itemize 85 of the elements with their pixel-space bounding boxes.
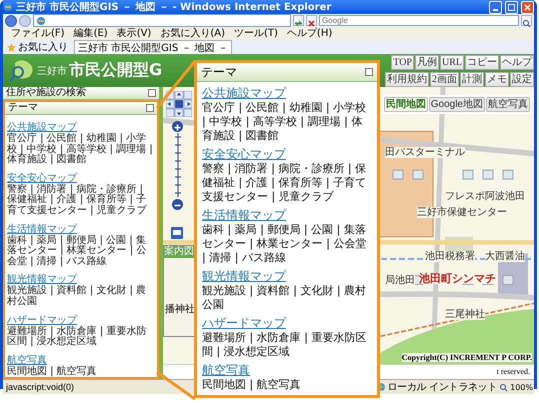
header-button[interactable]: TOP: [391, 54, 414, 70]
theme-map-link[interactable]: ハザードマップ: [202, 316, 286, 331]
header-button[interactable]: ヘルプ: [500, 54, 534, 70]
theme-layer-list: 警察 | 消防署 | 病院・診療所 | 保健福祉 | 介護 | 保育所等 | 子育て支援センター | 児童クラブ: [202, 162, 372, 204]
map-label: 田バスターミナル: [385, 147, 465, 158]
close-button[interactable]: [521, 0, 534, 14]
back-button[interactable]: [5, 14, 17, 26]
header-button[interactable]: メモ: [485, 72, 509, 86]
collapse-button[interactable]: [365, 68, 373, 76]
theme-map-link[interactable]: 公共施設マップ: [7, 122, 77, 133]
close-icon: [524, 4, 531, 10]
refresh-icon: [294, 19, 303, 28]
maximize-icon: [508, 4, 515, 10]
theme-map-link[interactable]: 航空写真: [7, 354, 47, 366]
browser-tab[interactable]: 三好市 市民公開型GIS － 地図 －: [74, 40, 232, 54]
theme-map-link[interactable]: 生活情報マップ: [202, 208, 286, 223]
map-copyright: Copyright(C) INCREMENT P CORP.: [402, 353, 532, 362]
site-title: 市民公開型G: [69, 60, 162, 81]
map-label: フレスポ阿波池田: [445, 191, 525, 202]
plus-icon: [172, 122, 183, 133]
map-label: 池田町シンマチ: [419, 273, 496, 284]
map-type-button[interactable]: 民間地図: [384, 97, 428, 112]
theme-layer-list: 民間地図 | 航空写真: [7, 366, 155, 378]
refresh-button[interactable]: [293, 15, 304, 26]
panel-title: 住所や施設の検索: [6, 87, 87, 99]
map-type-button[interactable]: 航空写真: [486, 97, 530, 112]
menu-item[interactable]: 表示(V): [116, 27, 152, 40]
theme-layer-list: 警察 | 消防署 | 病院・診療所 | 保健福祉 | 介護 | 保育所等 | 子育て支援センター | 児童クラブ: [7, 184, 155, 217]
menu-item[interactable]: ツール(T): [234, 27, 278, 40]
theme-map-link[interactable]: 安全安心マップ: [202, 147, 286, 162]
header-button[interactable]: 2画面: [430, 72, 459, 86]
map-type-button[interactable]: Google地図: [428, 97, 485, 112]
map-label: 局池田: [385, 275, 415, 286]
maximize-button[interactable]: [505, 0, 518, 14]
zoom-scale-drawing: [175, 133, 181, 197]
header-button[interactable]: URL: [440, 54, 464, 70]
security-zone: ローカル イントラネット: [388, 381, 498, 394]
stop-icon: [307, 19, 316, 28]
map-label: 播神社: [165, 302, 195, 316]
theme-layer-list: 民間地図 | 航空写真: [202, 378, 372, 392]
header-button[interactable]: コピー: [465, 54, 499, 70]
theme-layer-list: 観光施設 | 資料館 | 文化財 | 農村公園: [202, 284, 372, 312]
header-button[interactable]: 利用規約: [385, 72, 429, 86]
menu-item[interactable]: 編集(E): [74, 27, 108, 40]
theme-layer-list: 観光施設 | 資料館 | 文化財 | 農村公園: [7, 286, 155, 308]
map-label: 三尾神社: [445, 309, 485, 320]
minimize-button[interactable]: [489, 0, 502, 14]
panel-title: テーマ: [8, 102, 39, 114]
map-label: 池田税務署: [425, 251, 475, 262]
search-field[interactable]: Google: [319, 15, 519, 26]
header-button[interactable]: 凡例: [415, 54, 439, 70]
page-icon: [36, 16, 46, 26]
pan-control-drawing[interactable]: [166, 91, 192, 117]
theme-map-link[interactable]: 安全安心マップ: [7, 172, 77, 184]
theme-map-link[interactable]: 観光情報マップ: [202, 269, 286, 284]
theme-layer-list: 官公庁 | 公民館 | 幼稚園 | 小学校 | 中学校 | 高等学校 | 調理場 | 体育施設 | 図書館: [202, 101, 372, 143]
search-icon: [522, 19, 531, 28]
map-label: 三好市保健センター: [417, 207, 507, 218]
zoom-level[interactable]: 100%: [510, 382, 533, 392]
browser-icon: [3, 2, 13, 12]
header-button[interactable]: 設定: [510, 72, 534, 86]
theme-layer-list: 避難場所 | 水防倉庫 | 重要水防区間 | 浸水想定区域: [7, 326, 155, 348]
logo-icon: [9, 58, 35, 82]
city-name: 三好市: [37, 64, 67, 78]
theme-layer-list: 官公庁 | 公民館 | 幼稚園 | 小学校 | 中学校 | 高等学校 | 調理場 | 体育施設 | 図書館: [7, 134, 155, 166]
menu-item[interactable]: ファイル(F): [11, 27, 65, 40]
search-button[interactable]: [521, 15, 532, 26]
magnifier-icon: [499, 382, 508, 392]
favorites-button[interactable]: お気に入り: [7, 40, 68, 54]
theme-layer-list: 避難場所 | 水防倉庫 | 重要水防区間 | 浸水想定区域: [202, 331, 372, 359]
theme-map-link[interactable]: 公共施設マップ: [202, 86, 286, 101]
header-button[interactable]: 計測: [460, 72, 484, 86]
stop-button[interactable]: [306, 15, 317, 26]
theme-map-link[interactable]: 航空写真: [202, 363, 250, 378]
window-title: 三好市 市民公開型GIS － 地図 － - Windows Internet Explorer: [16, 0, 332, 14]
panel-title: テーマ: [201, 64, 238, 80]
menu-item[interactable]: お気に入り(A): [160, 27, 225, 40]
theme-map-link[interactable]: ハザードマップ: [7, 314, 77, 326]
status-text: javascript:void(0): [6, 382, 74, 392]
map-label: 大西醤油: [485, 251, 525, 262]
theme-layer-list: 歯科 | 薬局 | 郵便局 | 公園 | 集落センター | 林業センター | 公会堂 | 清掃 | バス路線: [7, 236, 155, 268]
menu-item[interactable]: ヘルプ(H): [286, 27, 332, 40]
theme-map-link[interactable]: 観光情報マップ: [7, 274, 77, 286]
star-icon: [7, 42, 16, 52]
address-field[interactable]: [33, 14, 291, 27]
